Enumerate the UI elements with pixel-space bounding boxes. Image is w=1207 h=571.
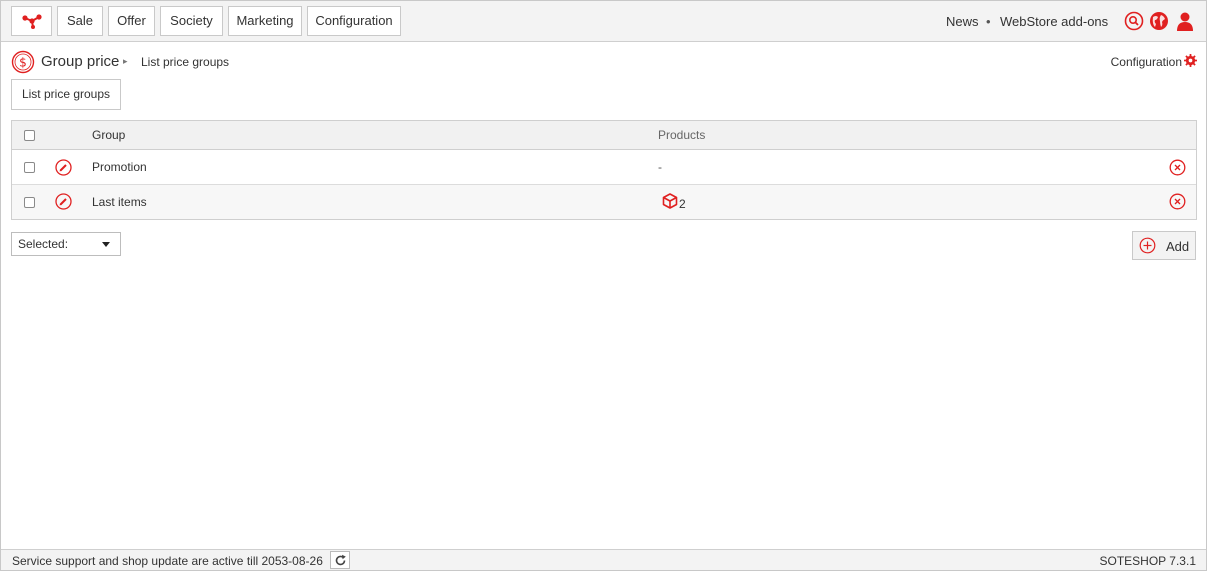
edit-icon[interactable]	[55, 193, 72, 213]
edit-icon[interactable]	[55, 159, 72, 179]
refresh-button[interactable]	[330, 551, 350, 569]
delete-icon[interactable]	[1169, 193, 1186, 213]
chevron-down-icon	[102, 242, 110, 247]
configuration-link[interactable]: Configuration	[1111, 55, 1182, 69]
bulk-action-label: Selected:	[18, 237, 69, 251]
gear-icon[interactable]	[1184, 54, 1197, 70]
row-group-name[interactable]: Promotion	[92, 160, 147, 174]
price-groups-table: Group Products Promotion - Last items 2	[11, 120, 1197, 220]
plus-circle-icon	[1139, 237, 1156, 257]
dollar-circle-icon: $	[11, 50, 37, 77]
search-icon[interactable]	[1124, 11, 1144, 34]
news-link[interactable]: News	[946, 14, 979, 29]
top-links-separator: •	[986, 14, 991, 29]
select-all-checkbox[interactable]	[24, 130, 35, 141]
add-button[interactable]: Add	[1132, 231, 1196, 260]
nav-marketing[interactable]: Marketing	[228, 6, 302, 36]
network-nodes-icon	[21, 14, 42, 29]
refresh-icon	[335, 554, 346, 566]
row-products-value: -	[658, 160, 662, 174]
row-checkbox[interactable]	[24, 197, 35, 208]
column-header-group[interactable]: Group	[92, 128, 125, 142]
user-icon[interactable]	[1175, 11, 1195, 34]
top-navigation-bar: Sale Offer Society Marketing Configurati…	[1, 1, 1206, 42]
home-logo-button[interactable]	[11, 6, 52, 36]
table-header: Group Products	[12, 121, 1196, 150]
add-button-label: Add	[1166, 239, 1190, 254]
nav-configuration[interactable]: Configuration	[307, 6, 401, 36]
svg-text:$: $	[19, 56, 27, 70]
row-group-name[interactable]: Last items	[92, 195, 147, 209]
nav-sale[interactable]: Sale	[57, 6, 103, 36]
status-footer: Service support and shop update are acti…	[1, 549, 1206, 570]
table-row: Last items 2	[12, 185, 1196, 219]
webstore-addons-link[interactable]: WebStore add-ons	[1000, 14, 1108, 29]
bulk-action-select[interactable]: Selected:	[11, 232, 121, 256]
column-header-products[interactable]: Products	[658, 128, 705, 142]
row-checkbox[interactable]	[24, 162, 35, 173]
breadcrumb-current: List price groups	[141, 55, 230, 69]
support-status-text: Service support and shop update are acti…	[12, 554, 323, 568]
breadcrumb-separator: ▸	[123, 56, 128, 66]
nav-offer[interactable]: Offer	[108, 6, 155, 36]
table-row: Promotion -	[12, 150, 1196, 185]
cube-icon[interactable]	[662, 193, 678, 212]
nav-society[interactable]: Society	[160, 6, 223, 36]
version-label: SOTESHOP 7.3.1	[1099, 554, 1197, 568]
breadcrumb-title[interactable]: Group price	[41, 53, 119, 70]
row-products-count[interactable]: 2	[679, 197, 686, 211]
globe-icon[interactable]	[1149, 11, 1169, 34]
delete-icon[interactable]	[1169, 159, 1186, 179]
list-price-groups-button[interactable]: List price groups	[11, 79, 121, 110]
